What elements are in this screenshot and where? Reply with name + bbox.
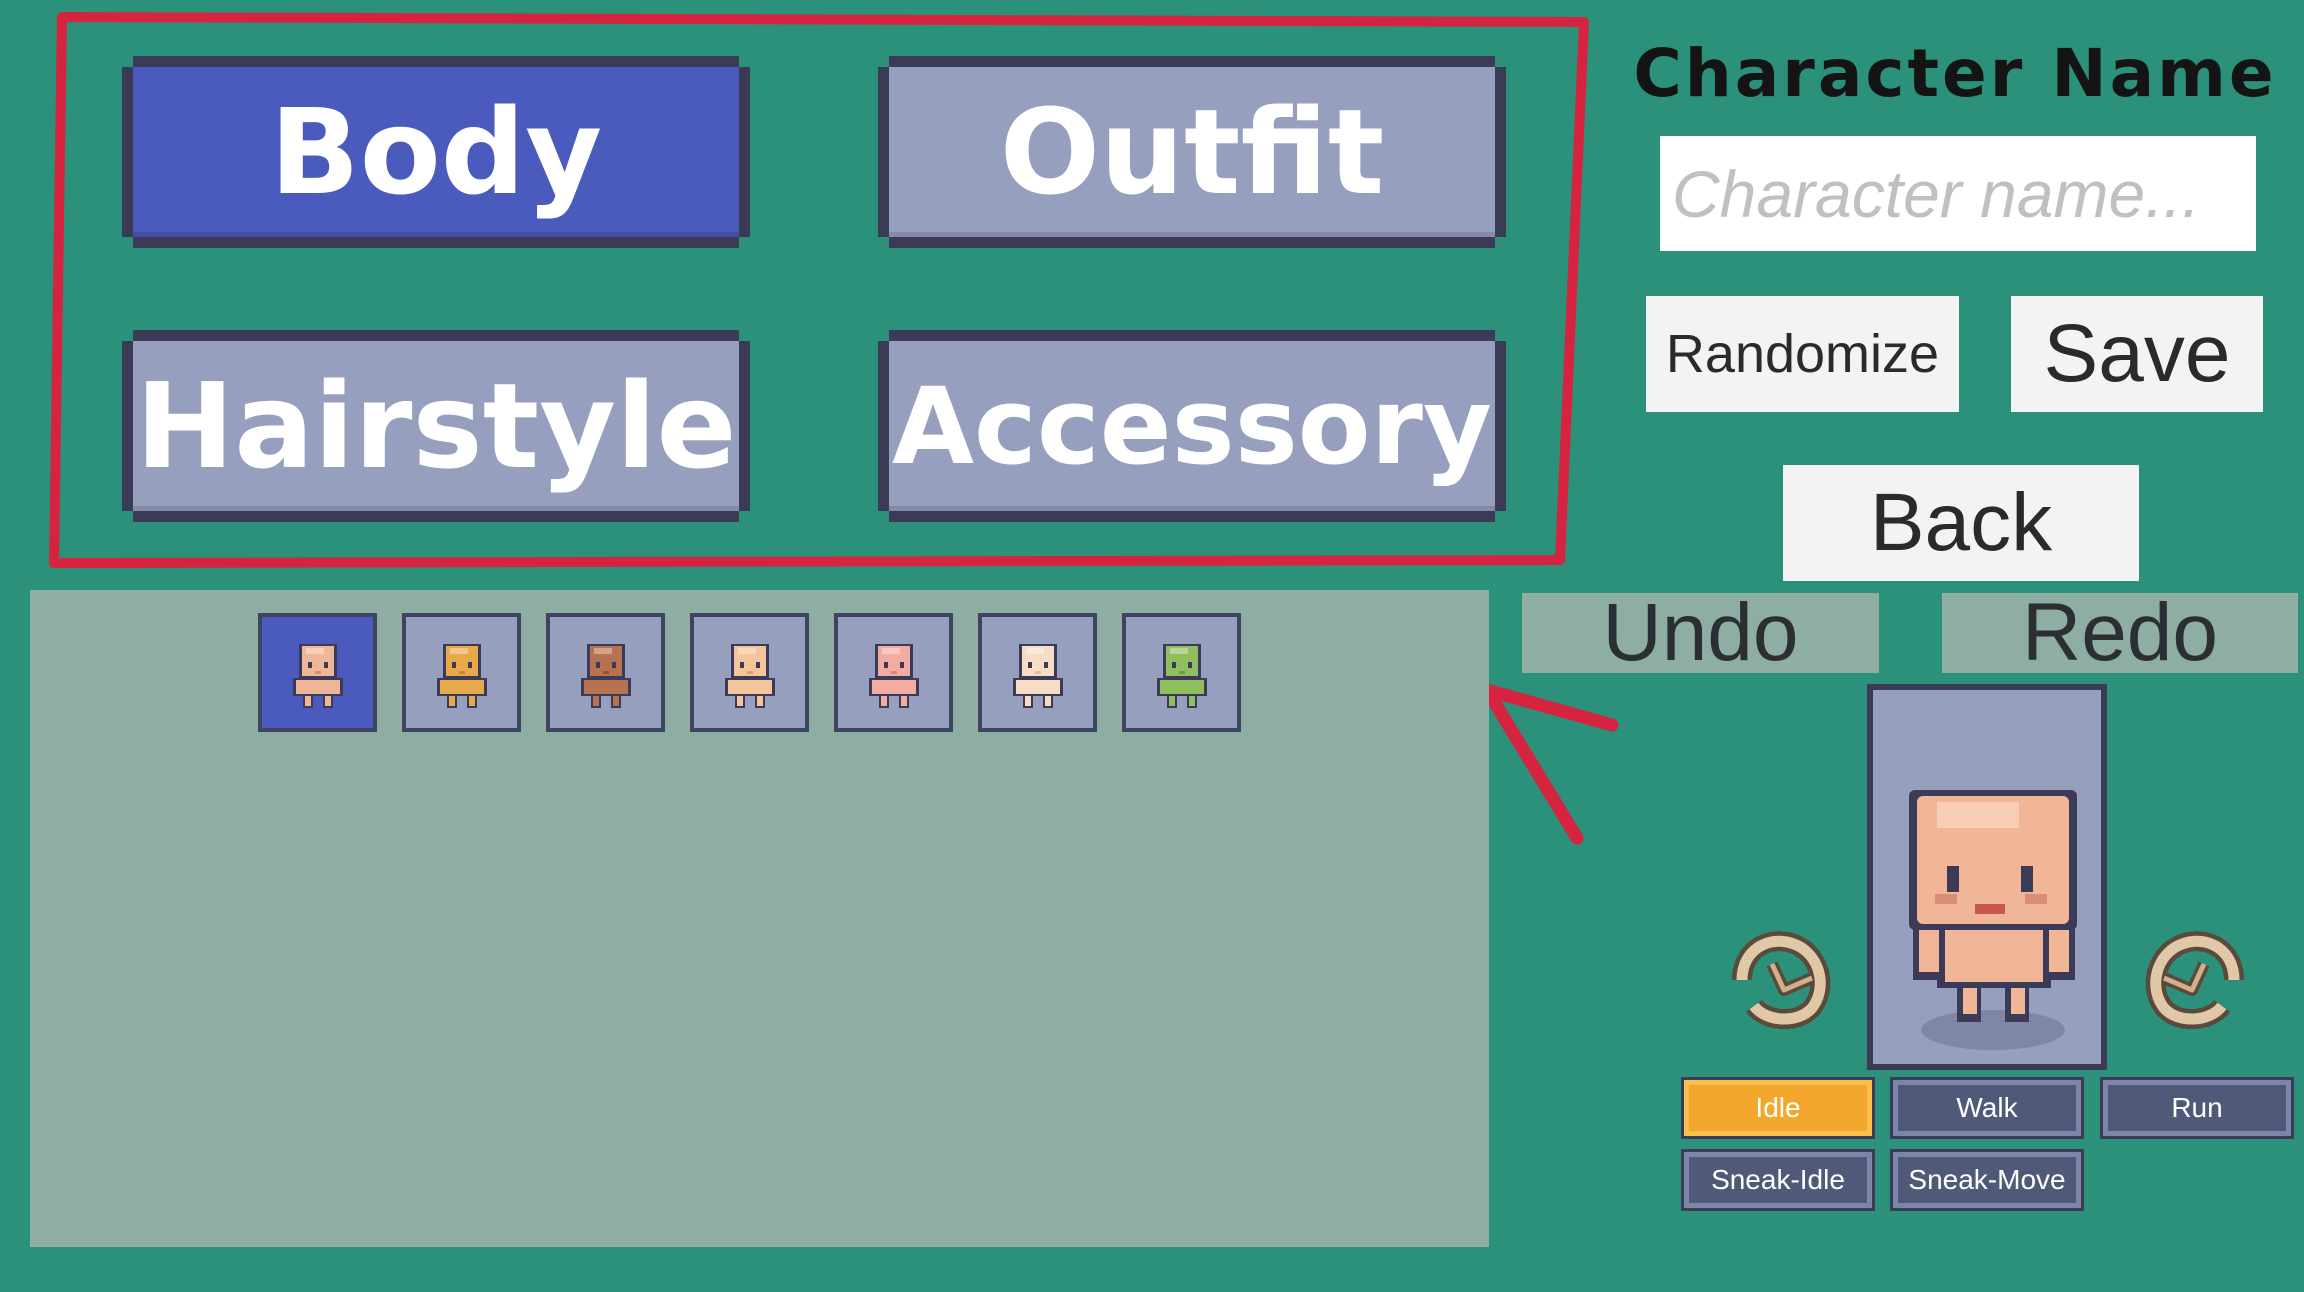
skin-swatch[interactable]: [690, 613, 809, 732]
character-preview-sprite: [1909, 790, 2077, 1050]
skin-swatch[interactable]: [834, 613, 953, 732]
character-mini-icon: [293, 644, 343, 708]
character-mini-icon: [725, 644, 775, 708]
anim-sneak-move-label: Sneak-Move: [1908, 1164, 2066, 1195]
character-mini-icon: [581, 644, 631, 708]
redo-label: Redo: [2021, 587, 2219, 678]
anim-walk-button[interactable]: Walk: [1890, 1077, 2084, 1139]
back-button[interactable]: Back: [1783, 465, 2139, 581]
character-mini-icon: [1013, 644, 1063, 708]
undo-label: Undo: [1602, 587, 1799, 678]
character-mini-icon: [1157, 644, 1207, 708]
anim-run-label: Run: [2171, 1092, 2223, 1123]
character-name-input[interactable]: [1660, 136, 2256, 251]
save-label: Save: [2043, 308, 2231, 399]
character-mini-icon: [437, 644, 487, 708]
anim-sneak-idle-button[interactable]: Sneak-Idle: [1681, 1149, 1875, 1211]
randomize-label: Randomize: [1665, 324, 1940, 384]
back-label: Back: [1869, 477, 2053, 568]
undo-button[interactable]: Undo: [1522, 587, 1879, 678]
skin-swatch[interactable]: [546, 613, 665, 732]
redo-button[interactable]: Redo: [1942, 587, 2298, 678]
character-mini-icon: [869, 644, 919, 708]
anim-sneak-idle-label: Sneak-Idle: [1711, 1164, 1845, 1195]
character-name-title: Character Name: [1633, 35, 2277, 112]
character-preview-frame: [1867, 684, 2107, 1070]
rotate-right-icon[interactable]: [2134, 920, 2254, 1030]
save-button[interactable]: Save: [2011, 296, 2263, 412]
skin-swatch[interactable]: [402, 613, 521, 732]
anim-sneak-move-button[interactable]: Sneak-Move: [1890, 1149, 2084, 1211]
anim-idle-label: Idle: [1755, 1092, 1801, 1123]
skin-swatch[interactable]: [978, 613, 1097, 732]
randomize-button[interactable]: Randomize: [1646, 296, 1959, 412]
anim-run-button[interactable]: Run: [2100, 1077, 2294, 1139]
skin-swatch[interactable]: [1122, 613, 1241, 732]
rotate-left-icon[interactable]: [1722, 920, 1842, 1030]
anim-walk-label: Walk: [1956, 1092, 2018, 1123]
anim-idle-button[interactable]: Idle: [1681, 1077, 1875, 1139]
skin-swatch[interactable]: [258, 613, 377, 732]
